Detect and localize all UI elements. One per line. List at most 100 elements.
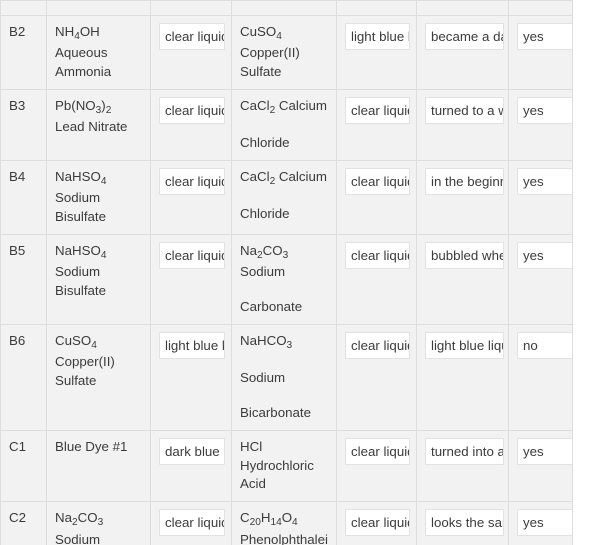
substance-2-cell: CuSO4 Copper(II) Sulfate (231, 15, 337, 90)
reaction-notes-input[interactable]: turned to a w (425, 96, 505, 124)
cell-observation-1 (150, 0, 232, 16)
table-row: B3 Pb(NO3)2 Lead Nitrate clear liquid Ca… (0, 88, 573, 161)
reaction-occurred-input[interactable]: yes (517, 509, 572, 537)
substance-2-name: Copper(II) Sulfate (240, 45, 300, 80)
observation-2-input[interactable]: clear liquid (345, 167, 410, 195)
reaction-occurred-input[interactable]: yes (517, 437, 572, 465)
substance-2-name-line-2: Chloride (240, 206, 290, 222)
cell-reaction-notes (416, 0, 509, 16)
substance-1-cell: NaHSO4 Sodium Bisulfate (46, 233, 151, 325)
substance-2-cell: CaCl2 Calcium Chloride (231, 159, 337, 235)
reaction-occurred-input[interactable]: yes (517, 167, 572, 195)
substance-1-formula: Na2CO3 (55, 510, 104, 529)
table-row: B4 NaHSO4 Sodium Bisulfate clear liquid … (0, 159, 573, 235)
substance-1-name: Sodium Carbonate (55, 531, 101, 545)
observation-2-cell: clear liquid (336, 501, 417, 545)
substance-1-cell: NH4OH Aqueous Ammonia (46, 15, 151, 90)
observation-2-input[interactable]: clear liquid (345, 331, 410, 359)
substance-1-formula: CuSO4 (55, 332, 97, 351)
substance-2-formula: CaCl2 Calcium (240, 168, 327, 187)
reaction-occurred-input[interactable]: no (517, 331, 572, 359)
well-label: B5 (0, 233, 47, 325)
observation-1-input[interactable]: dark blue liq (159, 437, 225, 465)
substance-2-cell: HCl Hydrochloric Acid (231, 429, 337, 503)
observation-2-input[interactable]: clear liquid (345, 437, 410, 465)
substance-1-cell: Pb(NO3)2 Lead Nitrate (46, 88, 151, 161)
reaction-notes-input[interactable]: turned into al (425, 437, 505, 465)
substance-1-cell: Na2CO3 Sodium Carbonate (46, 501, 151, 545)
table-body: B2 NH4OH Aqueous Ammonia clear liquid Cu… (0, 0, 573, 545)
reaction-notes-cell: turned into al (416, 429, 509, 503)
table-row: B6 CuSO4 Copper(II) Sulfate light blue l… (0, 323, 573, 431)
cell-reaction-occurred (508, 0, 573, 16)
substance-2-formula: NaHCO3 (240, 332, 293, 351)
substance-1-cell: CuSO4 Copper(II) Sulfate (46, 323, 151, 431)
substance-1-name: Blue Dye #1 (55, 438, 128, 454)
substance-1-formula: Pb(NO3)2 (55, 97, 112, 116)
substance-1-name: Aqueous Ammonia (55, 45, 112, 80)
substance-2-formula: HCl (240, 438, 263, 454)
observation-2-input[interactable]: clear liquid (345, 509, 410, 537)
table-row-clipped (0, 0, 573, 16)
substance-2-cell: NaHCO3 Sodium Bicarbonate (231, 323, 337, 431)
reaction-notes-input[interactable]: became a dar (425, 23, 505, 50)
observation-1-input[interactable]: clear liquid (159, 167, 225, 195)
reaction-notes-cell: light blue liqu (416, 323, 509, 431)
observation-1-input[interactable]: clear liquid (159, 509, 225, 537)
observation-1-input[interactable]: clear liquid (159, 23, 225, 50)
well-label: C1 (0, 429, 47, 503)
observation-1-cell: clear liquid (150, 501, 232, 545)
reaction-notes-cell: looks the sam (416, 501, 509, 545)
observation-2-cell: clear liquid (336, 429, 417, 503)
substance-2-formula: C20H14O4 (240, 510, 298, 529)
substance-2-cell: CaCl2 Calcium Chloride (231, 88, 337, 161)
reaction-occurred-cell: yes (508, 88, 573, 161)
cell-substance-1 (46, 0, 151, 16)
observation-2-input[interactable]: clear liquid (345, 241, 410, 269)
substance-1-name: Lead Nitrate (55, 119, 128, 135)
reaction-occurred-cell: no (508, 323, 573, 431)
table-row: B5 NaHSO4 Sodium Bisulfate clear liquid … (0, 233, 573, 325)
well-label: C2 (0, 501, 47, 545)
substance-2-name-line-2: Chloride (240, 135, 290, 151)
reaction-notes-cell: became a dar (416, 15, 509, 90)
substance-1-cell: Blue Dye #1 (46, 429, 151, 503)
table-row: C1 Blue Dye #1 dark blue liq HCl Hydroch… (0, 429, 573, 503)
substance-2-formula: CaCl2 Calcium (240, 97, 327, 116)
table-row: C2 Na2CO3 Sodium Carbonate clear liquid … (0, 501, 573, 545)
cell-substance-2 (231, 0, 337, 16)
reaction-notes-input[interactable]: in the beginni (425, 167, 505, 195)
substance-1-name: Sodium Bisulfate (55, 264, 106, 298)
observation-1-cell: clear liquid (150, 15, 232, 90)
cell-observation-2 (336, 0, 417, 16)
well-label: B3 (0, 88, 47, 161)
lab-data-sheet: B2 NH4OH Aqueous Ammonia clear liquid Cu… (0, 0, 589, 545)
well-label: B4 (0, 159, 47, 235)
observation-1-input[interactable]: clear liquid (159, 241, 225, 269)
reaction-occurred-cell: yes (508, 429, 573, 503)
reaction-occurred-input[interactable]: yes (517, 241, 572, 269)
substance-1-formula: NaHSO4 (55, 168, 107, 187)
observation-1-input[interactable]: light blue liq (159, 331, 225, 359)
reaction-occurred-input[interactable]: yes (517, 23, 572, 50)
reaction-observations-table: B2 NH4OH Aqueous Ammonia clear liquid Cu… (0, 0, 573, 545)
substance-2-name: Phenolphthalein (240, 531, 328, 545)
observation-2-cell: clear liquid (336, 159, 417, 235)
substance-1-formula: NaHSO4 (55, 242, 107, 261)
substance-2-formula: Na2CO3 Sodium (240, 242, 289, 280)
reaction-notes-input[interactable]: light blue liqu (425, 331, 505, 359)
well-label: B6 (0, 323, 47, 431)
observation-2-input[interactable]: light blue liq (345, 23, 410, 50)
reaction-occurred-input[interactable]: yes (517, 96, 572, 124)
observation-1-cell: light blue liq (150, 323, 232, 431)
observation-2-input[interactable]: clear liquid (345, 96, 410, 124)
substance-2-name-line-2: Carbonate (240, 298, 303, 314)
substance-2-cell: Na2CO3 Sodium Carbonate (231, 233, 337, 325)
reaction-notes-input[interactable]: looks the sam (425, 509, 505, 537)
substance-1-formula: NH4OH (55, 24, 100, 42)
substance-2-formula: CuSO4 (240, 24, 282, 42)
reaction-notes-input[interactable]: bubbled whe (425, 241, 505, 269)
reaction-notes-cell: turned to a w (416, 88, 509, 161)
observation-1-input[interactable]: clear liquid (159, 96, 225, 124)
substance-1-name: Sodium Bisulfate (55, 190, 106, 225)
